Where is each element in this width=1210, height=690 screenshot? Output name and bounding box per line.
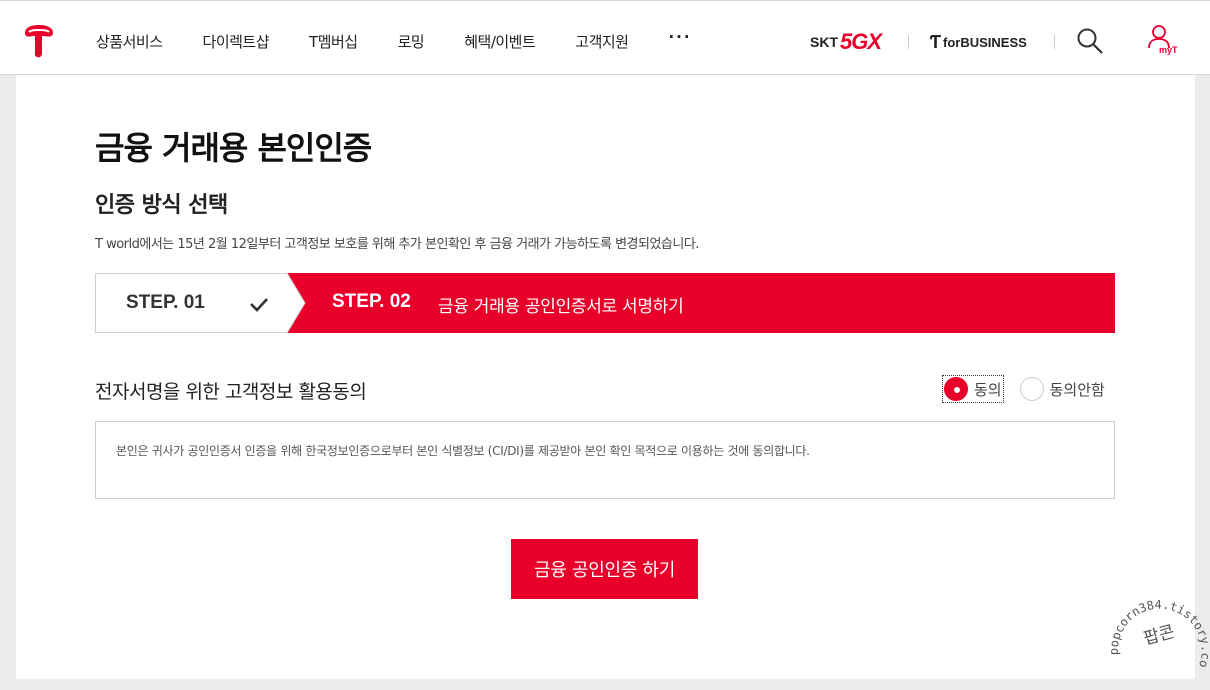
radio-unchecked-icon bbox=[1019, 377, 1044, 401]
skt-5gx-logo[interactable]: SKT 5GX bbox=[810, 29, 882, 55]
page-title: 금융 거래용 본인인증 bbox=[95, 129, 372, 167]
header-divider bbox=[908, 35, 909, 49]
forbusiness-label: forBUSINESS bbox=[943, 35, 1027, 50]
nav-item-direct-shop[interactable]: 다이렉트샵 bbox=[203, 31, 270, 52]
t-logo-icon[interactable] bbox=[22, 23, 56, 59]
step-indicator: STEP. 01 STEP. 02 금융 거래용 공인인증서로 서명하기 bbox=[95, 273, 1115, 333]
nav-item-membership[interactable]: T멤버십 bbox=[309, 31, 358, 52]
terms-box[interactable]: 본인은 귀사가 공인인증서 인증을 위해 한국정보인증으로부터 본인 식별정보 … bbox=[95, 421, 1115, 499]
forbusiness-link[interactable]: Ƭ forBUSINESS bbox=[930, 32, 1027, 53]
nav-item-products[interactable]: 상품서비스 bbox=[96, 31, 163, 52]
step-arrow-divider bbox=[287, 273, 306, 333]
watermark-url: popcorn384.tistory.com bbox=[1098, 580, 1210, 669]
step-01: STEP. 01 bbox=[95, 273, 305, 333]
agreement-radio-group: 동의 동의안함 bbox=[942, 375, 1123, 403]
global-header: 상품서비스 다이렉트샵 T멤버십 로밍 혜택/이벤트 고객지원 ··· SKT … bbox=[0, 0, 1210, 75]
nav-item-benefits[interactable]: 혜택/이벤트 bbox=[464, 31, 536, 52]
step-01-label: STEP. 01 bbox=[126, 292, 205, 313]
fivegx-label: 5GX bbox=[840, 29, 882, 54]
agree-radio[interactable]: 동의 bbox=[942, 375, 1004, 403]
radio-checked-icon bbox=[944, 377, 968, 401]
disagree-radio-label: 동의안함 bbox=[1049, 380, 1105, 399]
header-divider bbox=[1054, 35, 1055, 49]
nav-item-roaming[interactable]: 로밍 bbox=[398, 31, 425, 52]
disagree-radio[interactable]: 동의안함 bbox=[1019, 377, 1105, 401]
financial-cert-button[interactable]: 금융 공인인증 하기 bbox=[511, 539, 698, 599]
agreement-title: 전자서명을 위한 고객정보 활용동의 bbox=[95, 381, 367, 403]
main-nav: 상품서비스 다이렉트샵 T멤버십 로밍 혜택/이벤트 고객지원 ··· bbox=[96, 28, 732, 52]
section-subtitle: 인증 방식 선택 bbox=[95, 193, 228, 218]
content-card: 금융 거래용 본인인증 인증 방식 선택 T world에서는 15년 2월 1… bbox=[16, 75, 1195, 679]
more-menu-button[interactable]: ··· bbox=[668, 28, 691, 52]
myt-label: myT bbox=[1159, 45, 1178, 55]
nav-item-support[interactable]: 고객지원 bbox=[575, 31, 629, 52]
blog-watermark: popcorn384.tistory.com 팝콘 bbox=[1098, 580, 1210, 669]
step-02-label: STEP. 02 bbox=[332, 291, 411, 312]
search-icon[interactable] bbox=[1076, 27, 1104, 55]
svg-text:popcorn384.tistory.com: popcorn384.tistory.com bbox=[1098, 580, 1210, 669]
myt-button[interactable]: myT bbox=[1144, 23, 1184, 59]
page-description: T world에서는 15년 2월 12일부터 고객정보 보호를 위해 추가 본… bbox=[95, 237, 699, 252]
terms-text: 본인은 귀사가 공인인증서 인증을 위해 한국정보인증으로부터 본인 식별정보 … bbox=[116, 444, 810, 458]
step-02-active: STEP. 02 금융 거래용 공인인증서로 서명하기 bbox=[287, 273, 1115, 333]
check-icon bbox=[250, 298, 268, 312]
t-mark-icon: Ƭ bbox=[930, 32, 941, 52]
agree-radio-label: 동의 bbox=[974, 380, 1002, 399]
watermark-korean: 팝콘 bbox=[1141, 622, 1176, 649]
step-02-description: 금융 거래용 공인인증서로 서명하기 bbox=[438, 297, 684, 317]
skt-label: SKT bbox=[810, 34, 838, 50]
